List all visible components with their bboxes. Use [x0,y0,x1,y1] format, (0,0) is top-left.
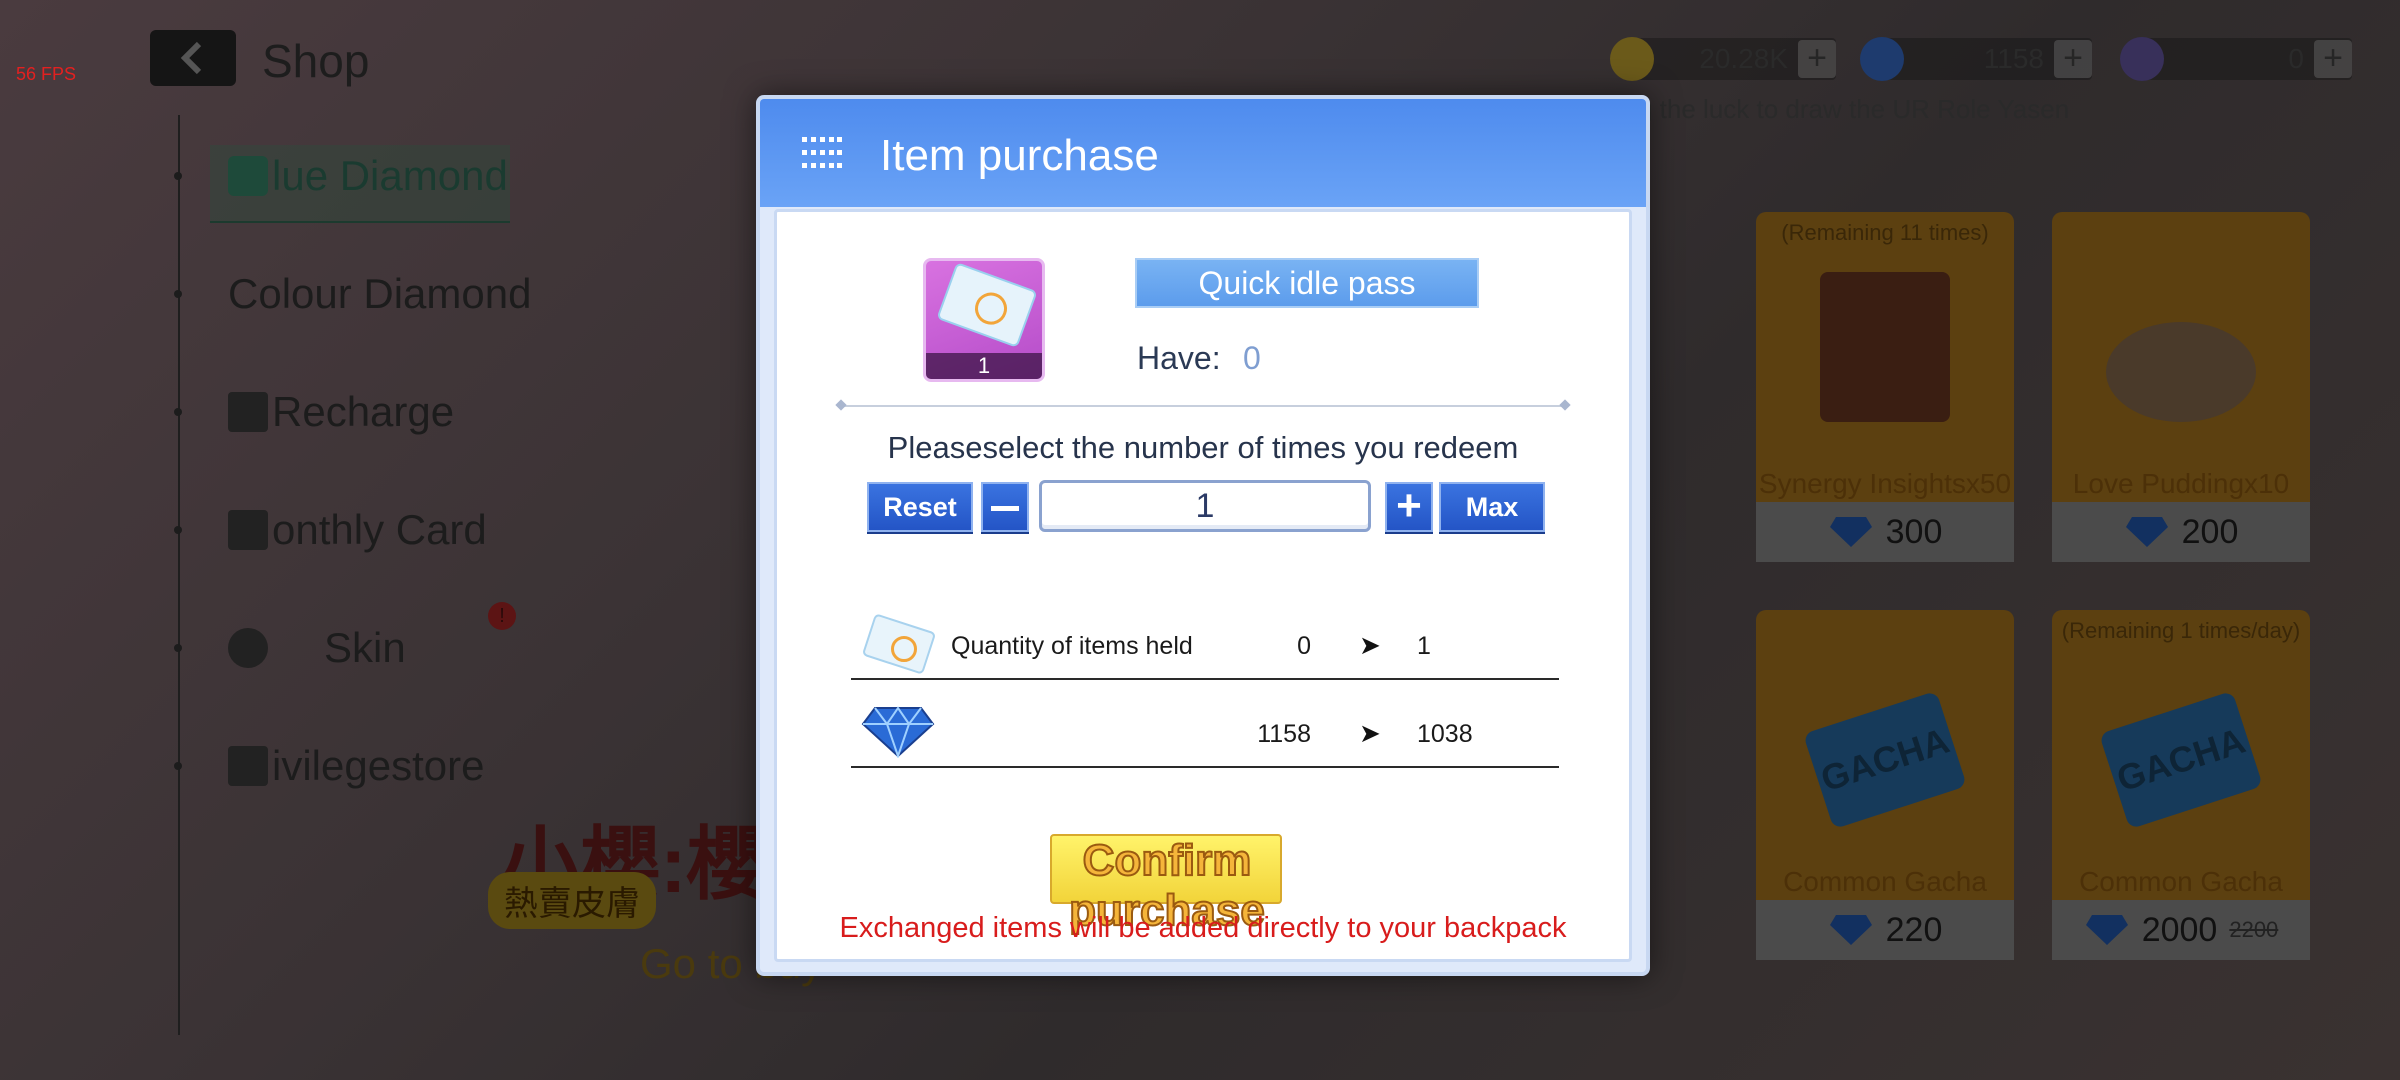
row-label: Quantity of items held [951,632,1193,660]
shop-card[interactable]: GACHA Common Gacha Cardx 220 [1756,610,2014,960]
have-value: 0 [1243,340,1261,376]
card-name: Love Puddingx10 [2072,468,2290,499]
item-name: Quick idle pass [1135,258,1479,308]
card-remaining: (Remaining 11 times) [1781,220,1989,245]
sidebar-item-label: lue Diamond [272,152,508,199]
add-other-button[interactable]: + [2314,40,2352,78]
shop-card[interactable]: Love Puddingx10 200 [2052,212,2310,562]
alert-badge: ! [488,602,516,630]
recharge-icon [228,392,268,432]
card-price: 2000 [2141,910,2218,949]
sidebar-item-colour-diamond[interactable]: Colour Diamond [174,270,532,318]
card-price: 300 [1885,512,1943,551]
minus-icon [991,506,1019,512]
grid-icon [802,137,842,168]
summary-row: Quantity of items held 0 ➤ 1 [851,608,1559,680]
gold-value: 20.28K [1699,43,1788,74]
sidebar-item-recharge[interactable]: Recharge [174,388,455,436]
arrow-right-icon: ➤ [1359,718,1381,748]
sidebar-line [178,115,180,1035]
decrease-button[interactable] [981,482,1029,532]
item-purchase-dialog: Item purchase 1 Quick idle pass Have: 0 … [756,95,1650,976]
divider [841,405,1565,407]
sidebar-item-privilege-store[interactable]: ivilegestore [174,742,485,790]
have-label: Have: [1137,340,1221,376]
card-remaining: (Remaining 1 times/day) [2061,618,2301,643]
quantity-input[interactable] [1039,480,1371,532]
add-gold-button[interactable]: + [1798,40,1836,78]
other-value: 0 [2288,43,2304,74]
gold-coin-icon [1610,37,1654,81]
ticket-icon [936,262,1038,348]
card-icon [228,510,268,550]
sidebar-item-skin[interactable]: Skin [174,624,406,672]
card-name: Synergy Insightsx50 [1758,468,2012,499]
dialog-header: Item purchase [760,99,1646,207]
shop-card[interactable]: (Remaining 1 times/day) GACHA Common Gac… [2052,610,2310,960]
diamond-value: 1158 [1983,43,2044,74]
pudding-icon [2106,322,2256,422]
crown-icon [228,746,268,786]
backpack-note: Exchanged items will be added directly t… [839,912,1567,944]
dialog-body: 1 Quick idle pass Have: 0 Pleaseselect t… [774,209,1632,962]
marquee-text: g the luck to draw the UR Role Yasen [1638,94,2070,124]
card-price: 200 [2181,512,2239,551]
gacha-card-icon: GACHA [1802,690,1968,830]
page-title: Shop [262,35,370,87]
row-to-value: 1 [1417,632,1431,660]
row-from-value: 1158 [1257,720,1311,748]
chevron-left-icon [180,41,202,75]
back-button[interactable] [150,30,236,86]
other-resource: 0 + [2120,37,2352,81]
diamond-icon [1860,37,1904,81]
shirt-icon [228,628,268,668]
diamond-icon [228,156,268,196]
card-price: 220 [1885,910,1943,949]
diamond-icon [2085,915,2128,945]
increase-button[interactable]: + [1385,482,1433,532]
book-icon [1820,272,1950,422]
arrow-right-icon: ➤ [1359,630,1381,660]
plus-icon: + [1396,481,1422,530]
item-thumbnail-qty: 1 [926,353,1042,379]
sidebar-item-monthly-card[interactable]: onthly Card [174,506,487,554]
diamond-icon [1829,517,1872,547]
shop-card[interactable]: (Remaining 11 times) Synergy Insightsx50… [1756,212,2014,562]
summary-row: 1158 ➤ 1038 [851,696,1559,768]
max-button[interactable]: Max [1439,482,1545,532]
diamond-icon [1829,915,1872,945]
reset-button[interactable]: Reset [867,482,973,532]
ticket-icon [861,613,937,675]
add-diamond-button[interactable]: + [2054,40,2092,78]
sidebar-item-label: ivilegestore [272,742,485,789]
gacha-card-icon: GACHA [2098,690,2264,830]
diamond-icon [861,706,935,758]
sidebar-item-label: Colour Diamond [228,270,532,317]
sidebar-item-label: Recharge [272,388,455,435]
banner-tag: 熱賣皮膚 [488,872,656,929]
card-old-price: 2200 [2229,917,2279,942]
item-thumbnail: 1 [923,258,1045,382]
sidebar-item-label: Skin [324,624,406,671]
row-to-value: 1038 [1417,720,1473,748]
redeem-prompt: Pleaseselect the number of times you red… [887,430,1519,465]
sidebar-item-blue-diamond[interactable]: lue Diamond [174,152,508,200]
diamond-icon [2125,517,2168,547]
sidebar-item-label: onthly Card [272,506,487,553]
diamond-resource: 1158 + [1860,37,2092,81]
fps-counter: 56 FPS [16,64,77,84]
dialog-title: Item purchase [880,131,1159,180]
gold-resource: 20.28K + [1610,37,1836,81]
row-from-value: 0 [1297,632,1311,660]
colour-diamond-icon [2120,37,2164,81]
